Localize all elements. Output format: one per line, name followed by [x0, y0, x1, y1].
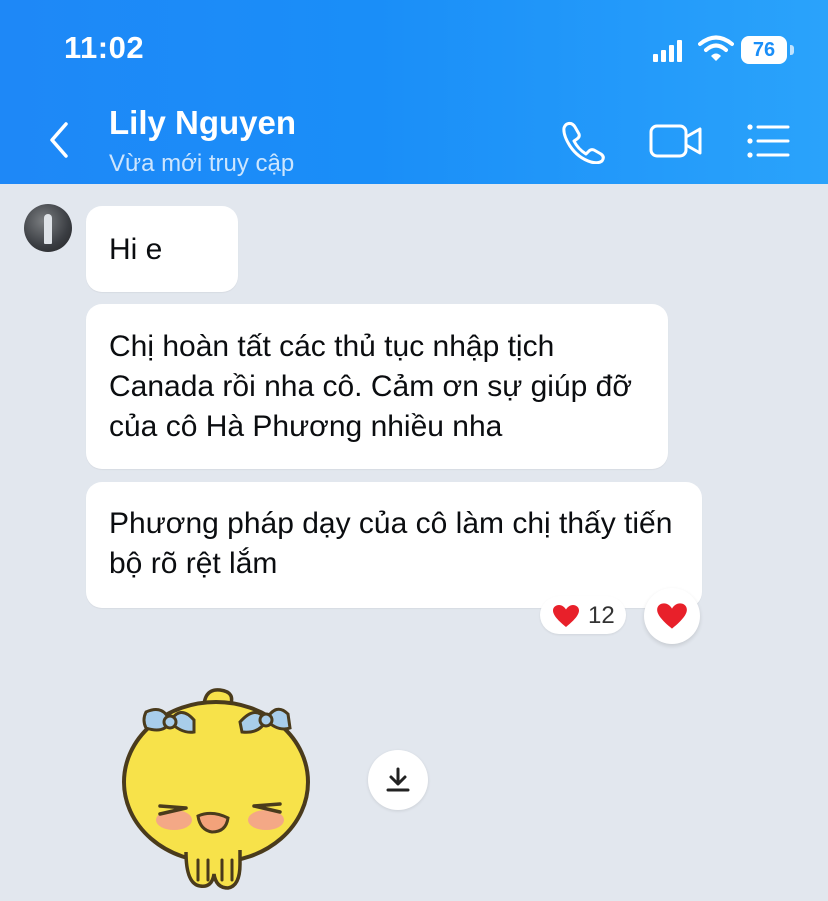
chick-sticker[interactable] [116, 684, 316, 894]
list-menu-icon [747, 124, 790, 158]
heart-icon [553, 605, 579, 627]
reaction-count: 12 [588, 602, 615, 629]
download-button[interactable] [368, 750, 428, 810]
contact-name[interactable]: Lily Nguyen [109, 104, 296, 142]
message-bubble[interactable]: Hi e [86, 206, 238, 292]
download-icon [386, 767, 410, 792]
video-camera-icon [649, 124, 702, 158]
call-button[interactable] [558, 118, 608, 165]
chevron-left-icon [50, 122, 68, 158]
battery-indicator: 76 [741, 36, 787, 64]
reaction-summary[interactable]: 12 [540, 596, 626, 634]
message-text: Hi e [109, 233, 163, 266]
wifi-icon [698, 35, 734, 61]
status-time: 11:02 [64, 30, 145, 65]
battery-tip [790, 45, 794, 55]
contact-avatar[interactable] [24, 204, 72, 252]
phone-icon [562, 121, 605, 165]
menu-button[interactable] [744, 120, 794, 162]
contact-status: Vừa mới truy cập [109, 150, 295, 177]
heart-icon [657, 603, 687, 629]
avatar-figure [44, 214, 52, 244]
message-text: Chị hoàn tất các thủ tục nhập tịch Canad… [109, 330, 633, 443]
cellular-signal-icon [653, 40, 683, 62]
message-bubble[interactable]: Phương pháp dạy của cô làm chị thấy tiến… [86, 482, 702, 608]
react-button[interactable] [644, 588, 700, 644]
video-call-button[interactable] [648, 120, 704, 162]
back-button[interactable] [40, 118, 80, 162]
message-text: Phương pháp dạy của cô làm chị thấy tiến… [109, 507, 673, 580]
chat-header: 11:02 76 Lily Nguyen Vừa mới truy cập [0, 0, 828, 184]
message-bubble[interactable]: Chị hoàn tất các thủ tục nhập tịch Canad… [86, 304, 668, 469]
